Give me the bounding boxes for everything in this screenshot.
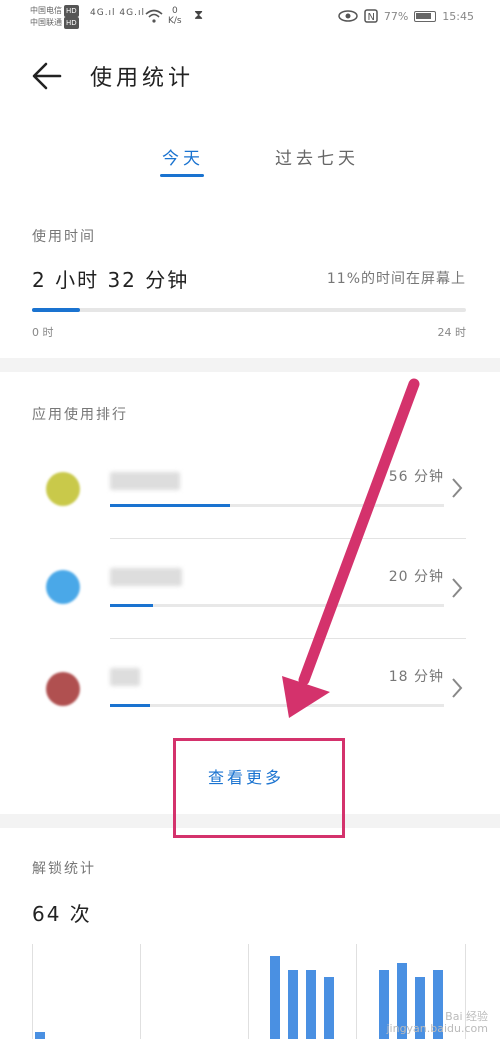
hourglass-icon: ⧗ — [194, 8, 204, 23]
app-name-blurred — [110, 568, 182, 586]
speed-value: 0 — [171, 6, 178, 16]
axis-end-label: 24 时 — [437, 326, 467, 339]
carrier-info: 中国电信 HD 中国联通 HD — [30, 5, 79, 29]
row-divider — [110, 538, 466, 539]
chevron-right-icon — [452, 478, 463, 498]
watermark-url: jingyan.baidu.com — [386, 1022, 488, 1035]
app-name-blurred — [110, 472, 180, 490]
axis-start-label: 0 时 — [32, 326, 54, 339]
app-bar: 使用统计 — [0, 36, 500, 116]
chevron-right-icon — [452, 678, 463, 698]
ranking-title: 应用使用排行 — [32, 407, 128, 423]
clock: 15:45 — [442, 9, 474, 23]
unlock-stats-card: 解锁统计 64 次 — [0, 828, 500, 1039]
usage-time-card: 使用时间 2 小时 32 分钟 11%的时间在屏幕上 0 时 24 时 — [0, 206, 500, 358]
app-row-3[interactable]: 18 分钟 — [0, 642, 500, 742]
carrier-2: 中国联通 — [30, 18, 62, 27]
wifi-icon — [145, 9, 163, 23]
chart-gridline — [32, 944, 33, 1039]
unlock-bar — [35, 1032, 45, 1039]
app-name-blurred — [110, 668, 140, 686]
tab-indicator — [160, 174, 204, 177]
app-usage-track — [110, 504, 444, 507]
svg-text:N: N — [367, 12, 374, 23]
tab-past-seven-days[interactable]: 过去七天 — [275, 144, 359, 169]
app-icon — [46, 570, 80, 604]
page-title: 使用统计 — [90, 66, 195, 91]
chevron-right-icon — [452, 578, 463, 598]
unlock-bar — [288, 969, 299, 1039]
unlock-bar — [306, 969, 317, 1039]
annotation-highlight-box — [173, 738, 345, 838]
unlock-bar — [324, 976, 335, 1039]
app-icon — [46, 672, 80, 706]
app-usage-track — [110, 704, 444, 707]
usage-time-label: 使用时间 — [32, 229, 96, 245]
carrier-1: 中国电信 — [30, 6, 62, 15]
battery-icon — [414, 10, 437, 22]
status-bar: 中国电信 HD 中国联通 HD 4G.ıl 4G.ıl 0 K/s ⧗ N 77% … — [0, 0, 500, 36]
chart-gridline — [248, 944, 249, 1039]
hd-badge: HD — [64, 17, 79, 29]
hd-badge: HD — [64, 5, 79, 17]
chart-gridline — [356, 944, 357, 1039]
tab-today[interactable]: 今天 — [162, 144, 204, 169]
usage-progress-fill — [32, 308, 80, 312]
app-usage-fill — [110, 704, 151, 707]
signal-icon: 4G.ıl 4G.ıl — [90, 8, 145, 18]
usage-total: 2 小时 32 分钟 — [32, 268, 190, 292]
back-arrow-icon[interactable] — [30, 58, 66, 94]
row-divider — [110, 638, 466, 639]
nfc-icon: N — [364, 9, 378, 23]
usage-progress-track — [32, 308, 466, 312]
watermark: Bai 经验 jingyan.baidu.com — [386, 1011, 488, 1035]
tab-bar: 今天 过去七天 — [0, 116, 500, 206]
app-row-1[interactable]: 56 分钟 — [0, 442, 500, 542]
app-usage-time: 20 分钟 — [388, 569, 444, 585]
app-usage-time: 18 分钟 — [388, 669, 444, 685]
speed-unit: K/s — [168, 16, 182, 26]
app-usage-fill — [110, 504, 231, 507]
network-speed: 0 K/s — [168, 6, 182, 26]
unlock-stats-label: 解锁统计 — [32, 861, 96, 877]
eye-comfort-icon — [338, 10, 358, 22]
battery-percent: 77% — [383, 9, 409, 23]
app-icon — [46, 472, 80, 506]
app-usage-time: 56 分钟 — [388, 469, 444, 485]
app-usage-fill — [110, 604, 154, 607]
unlock-bar — [270, 956, 281, 1039]
usage-percent-text: 11%的时间在屏幕上 — [326, 271, 466, 287]
chart-gridline — [140, 944, 141, 1039]
app-usage-track — [110, 604, 444, 607]
status-right: N 77% 15:45 — [338, 9, 474, 23]
app-row-2[interactable]: 20 分钟 — [0, 542, 500, 642]
unlock-count: 64 次 — [32, 902, 92, 926]
